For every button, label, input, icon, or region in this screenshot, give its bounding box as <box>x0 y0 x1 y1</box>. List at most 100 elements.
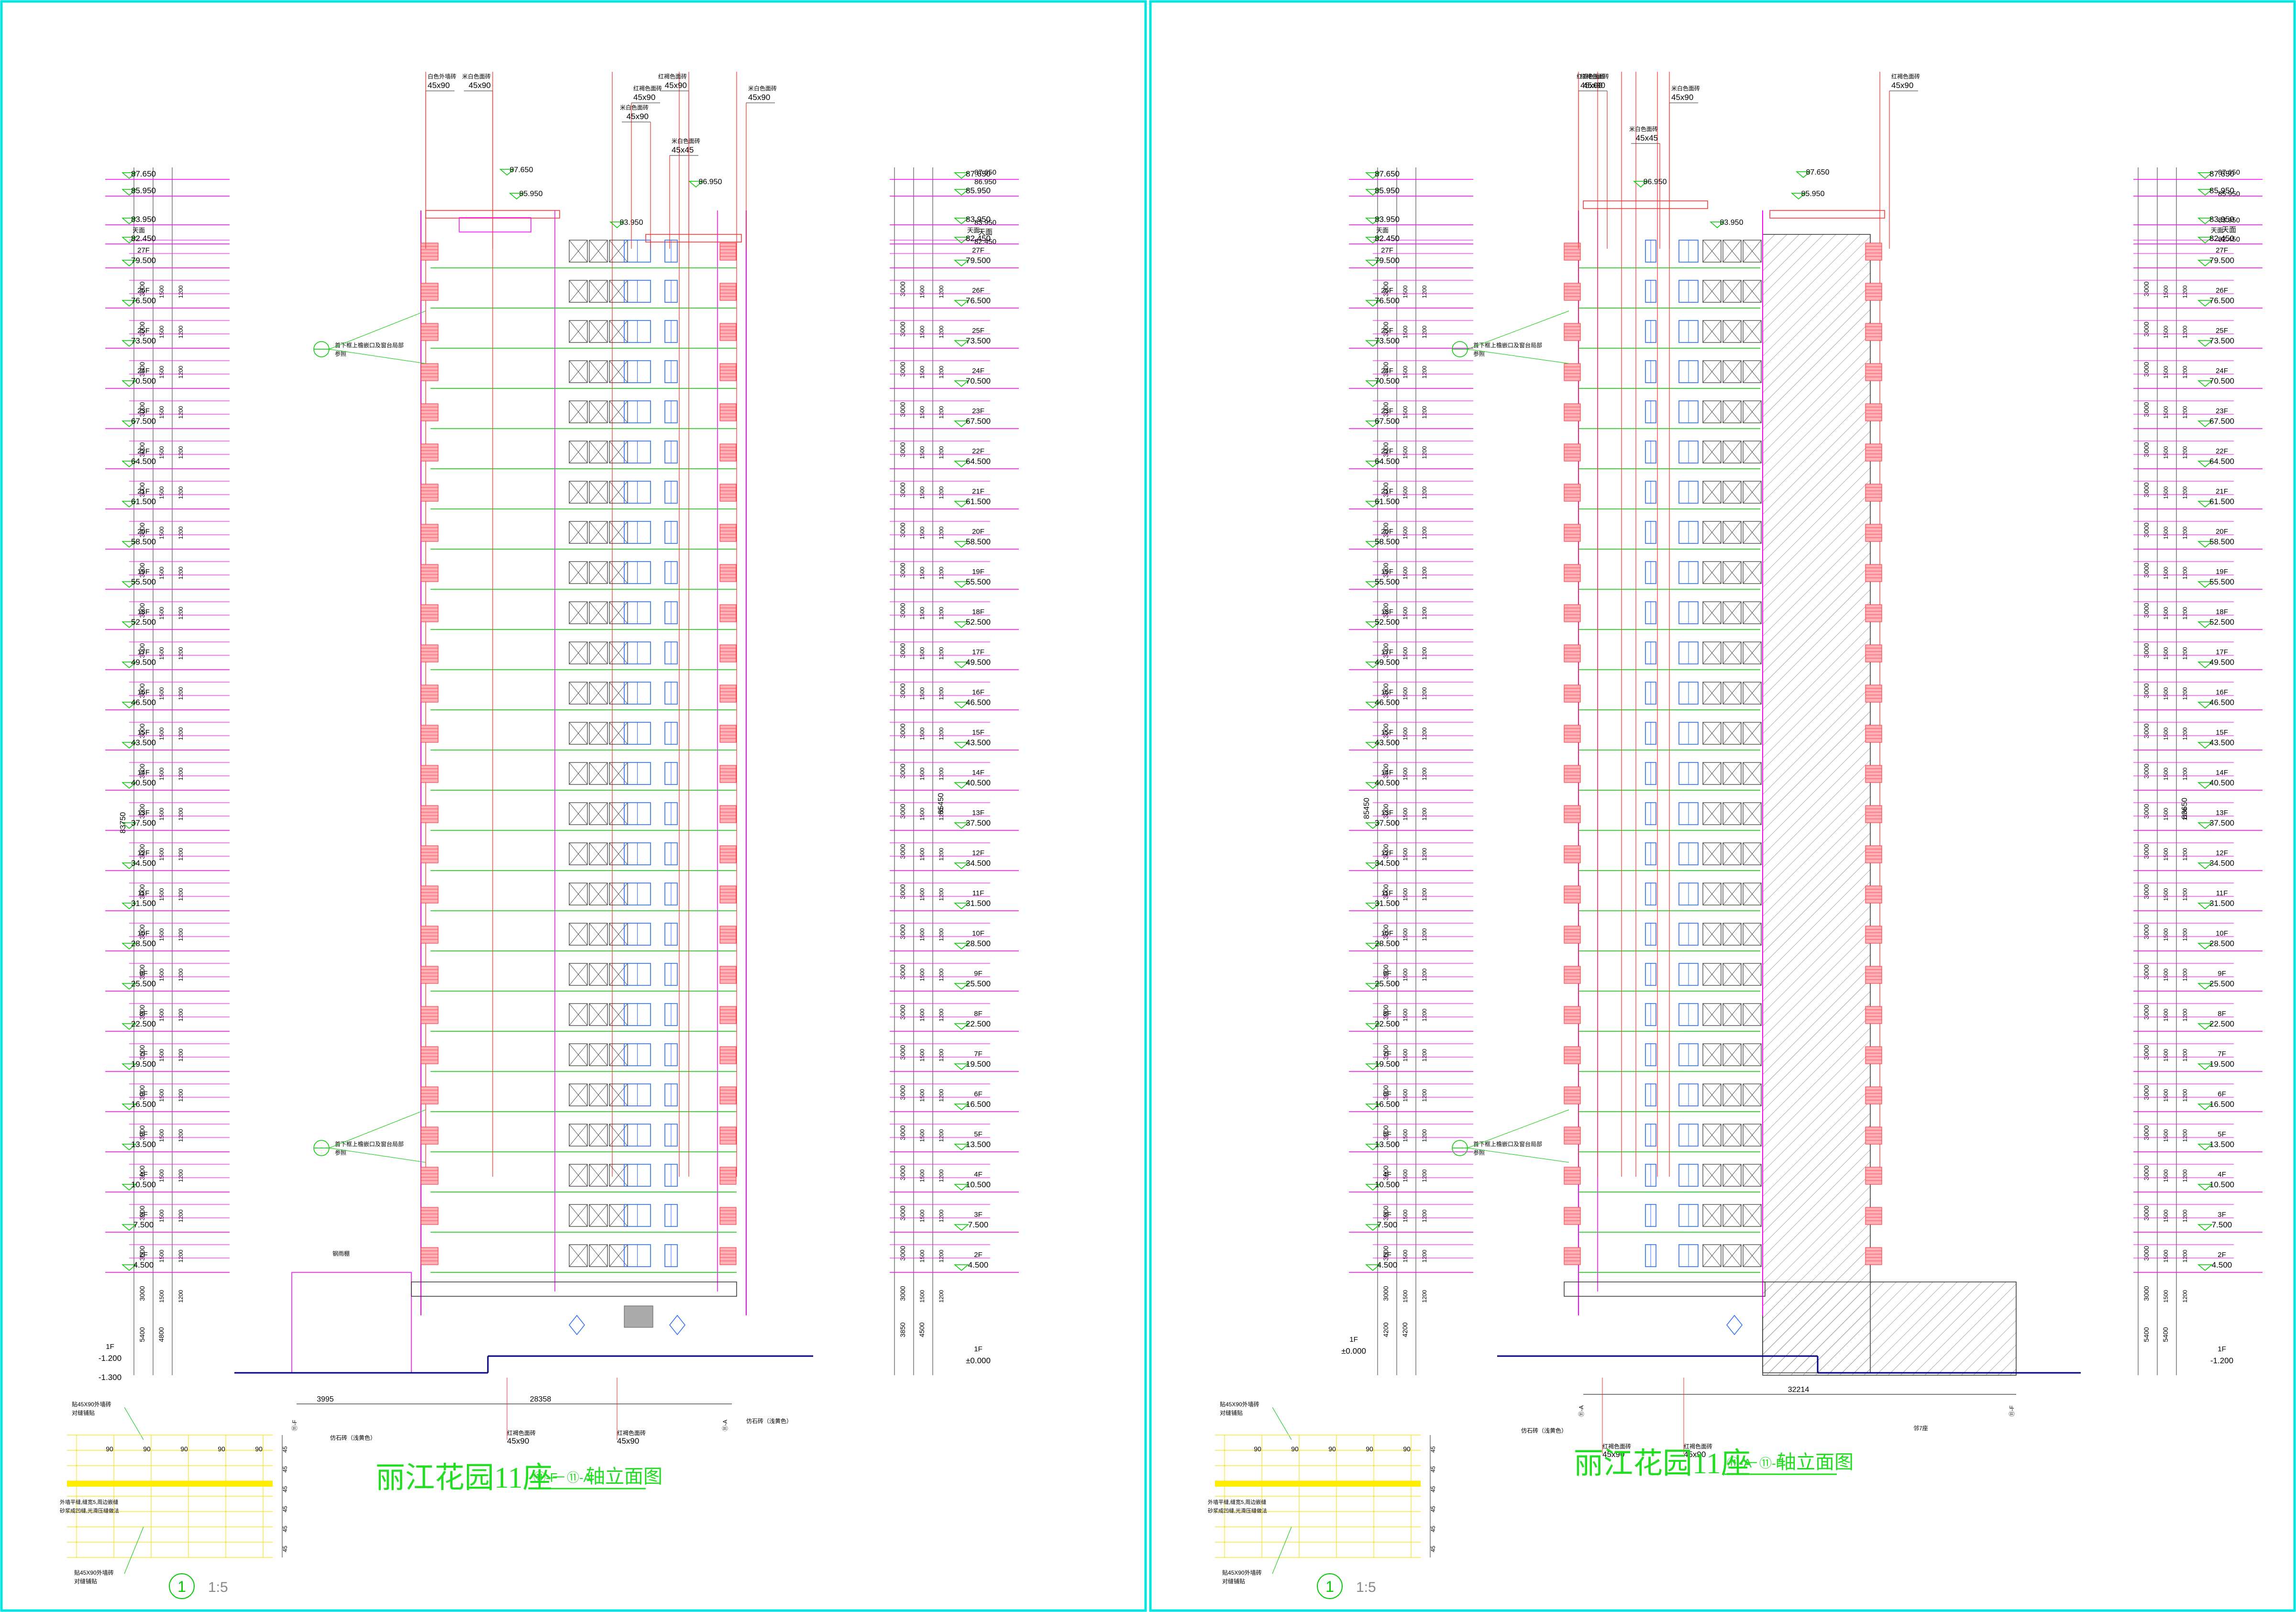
top-level-label: 天面 <box>132 227 145 234</box>
window-dim: 1500 <box>919 1290 926 1303</box>
floor-height-dim: 3000 <box>2142 763 2150 778</box>
window-dim: 1500 <box>2163 446 2169 459</box>
balcony-panel <box>420 403 439 421</box>
window-dim: 1500 <box>919 1129 926 1142</box>
balcony-panel <box>420 765 439 783</box>
floor-elevation: 13.500 <box>1375 1140 1400 1149</box>
window-dim: 1500 <box>2163 968 2169 981</box>
floor-elevation: 70.500 <box>2209 376 2234 386</box>
side-note: 参照 <box>335 1149 346 1156</box>
right-top-elevation: 87.650 <box>974 168 996 177</box>
roof-parapet <box>1583 200 1708 209</box>
floor-elevation: 10.500 <box>1375 1180 1400 1189</box>
balcony-panel <box>1564 443 1581 462</box>
floor-elevation: 7.500 <box>2212 1220 2232 1229</box>
floor-elevation: 52.500 <box>966 618 991 627</box>
window-dim: 1500 <box>158 1089 165 1102</box>
window-dim: 1200 <box>938 687 945 700</box>
floor-height-dim: 3000 <box>2142 924 2150 939</box>
floor-label: 16F <box>972 688 984 696</box>
floor-label: 15F <box>2216 729 2228 737</box>
balcony-panel <box>1564 1207 1581 1225</box>
floor-label: 7F <box>1383 1050 1391 1058</box>
balcony-panel <box>420 926 439 944</box>
floor-label: 10F <box>137 929 150 938</box>
balcony-panel <box>719 484 737 502</box>
floor-label: 5F <box>974 1130 982 1138</box>
floor-elevation: 46.500 <box>131 698 156 707</box>
balcony-panel <box>1564 644 1581 662</box>
window-dim: 1200 <box>1421 928 1428 941</box>
floor-height-dim: 3000 <box>2142 1125 2150 1140</box>
balcony-panel <box>719 403 737 421</box>
floor-elevation: 22.500 <box>1375 1019 1400 1028</box>
floor-height-dim: 3000 <box>899 321 906 336</box>
window-dim: 1500 <box>2163 807 2169 820</box>
floor-label: 12F <box>1381 849 1393 857</box>
window-dim: 1500 <box>2163 687 2169 700</box>
window-dim: 1500 <box>2163 647 2169 660</box>
detail-strip-note: 砂浆成凹缝,光滑压缝做法 <box>1208 1507 1267 1514</box>
floor-label: 8F <box>1383 1010 1391 1018</box>
floor-elevation: 25.500 <box>2209 979 2234 988</box>
floor-label: 22F <box>1381 447 1393 455</box>
floor-label: 27F <box>137 246 150 254</box>
floor-height-dim: 3000 <box>899 362 906 376</box>
balcony-panel <box>719 443 737 462</box>
floor-label: 25F <box>2216 327 2228 335</box>
bottom-dim: 28358 <box>530 1395 552 1403</box>
floor-label: 2F <box>974 1251 982 1259</box>
floor-label: 15F <box>1381 729 1393 737</box>
entrance-door <box>624 1305 653 1328</box>
balcony-panel <box>719 966 737 984</box>
floor-label: 22F <box>2216 447 2228 455</box>
balcony-panel <box>719 604 737 622</box>
floor-elevation: 79.500 <box>131 256 156 265</box>
balcony-panel <box>719 564 737 582</box>
floor-label: 19F <box>972 568 984 576</box>
floor-height-dim: 3000 <box>2142 1165 2150 1180</box>
window-dim: 1500 <box>158 888 165 901</box>
detail-strip-note: 外墙平缝,缝宽5,周边嵌缝 <box>1208 1499 1266 1505</box>
balcony-panel <box>1564 885 1581 904</box>
window-dim: 1200 <box>177 325 184 338</box>
floor-label: 21F <box>972 487 984 496</box>
floor-elevation: 67.500 <box>1375 417 1400 426</box>
window-dim: 1500 <box>1402 1089 1409 1102</box>
balcony-panel <box>420 243 439 261</box>
window-dim: 1500 <box>1402 526 1409 539</box>
window-dim: 1200 <box>2182 888 2188 901</box>
floor-elevation: 46.500 <box>966 698 991 707</box>
floor-height-dim: 3000 <box>2142 321 2150 336</box>
right-sheet-frame <box>1149 0 2296 1612</box>
floor-height-dim: 3000 <box>899 683 906 698</box>
floor-label: 26F <box>2216 287 2228 295</box>
window-dim: 1500 <box>158 727 165 740</box>
window-dim: 1500 <box>158 687 165 700</box>
callout-text: 米白色面砖 <box>748 85 777 92</box>
window-dim: 1200 <box>1421 1129 1428 1142</box>
window-dim: 1200 <box>938 928 945 941</box>
floor-elevation: 73.500 <box>131 336 156 345</box>
window-dim: 1200 <box>177 285 184 298</box>
window-dim: 1500 <box>2163 406 2169 419</box>
window-dim: 1200 <box>177 486 184 499</box>
window-dim: 1500 <box>1402 807 1409 820</box>
window-dim: 1500 <box>919 1008 926 1021</box>
balcony-panel <box>1865 685 1882 703</box>
floor-height-dim: 3000 <box>899 1205 906 1220</box>
window-dim: 1500 <box>919 928 926 941</box>
balcony-panel <box>1564 524 1581 542</box>
floor-label: 14F <box>1381 769 1393 777</box>
floor-label: 25F <box>972 327 984 335</box>
floor-elevation: 4.500 <box>133 1260 154 1270</box>
window-dim: 1500 <box>2163 1209 2169 1222</box>
floor-height-dim: 3000 <box>899 1165 906 1180</box>
window-dim: 1200 <box>938 888 945 901</box>
floor-elevation: 40.500 <box>966 778 991 787</box>
top-elevation: 85.950 <box>131 186 156 195</box>
window-dim: 1500 <box>158 566 165 579</box>
floor-label: 8F <box>2218 1010 2226 1018</box>
floor-label: 18F <box>2216 608 2228 616</box>
floor-label: 9F <box>1383 970 1391 978</box>
